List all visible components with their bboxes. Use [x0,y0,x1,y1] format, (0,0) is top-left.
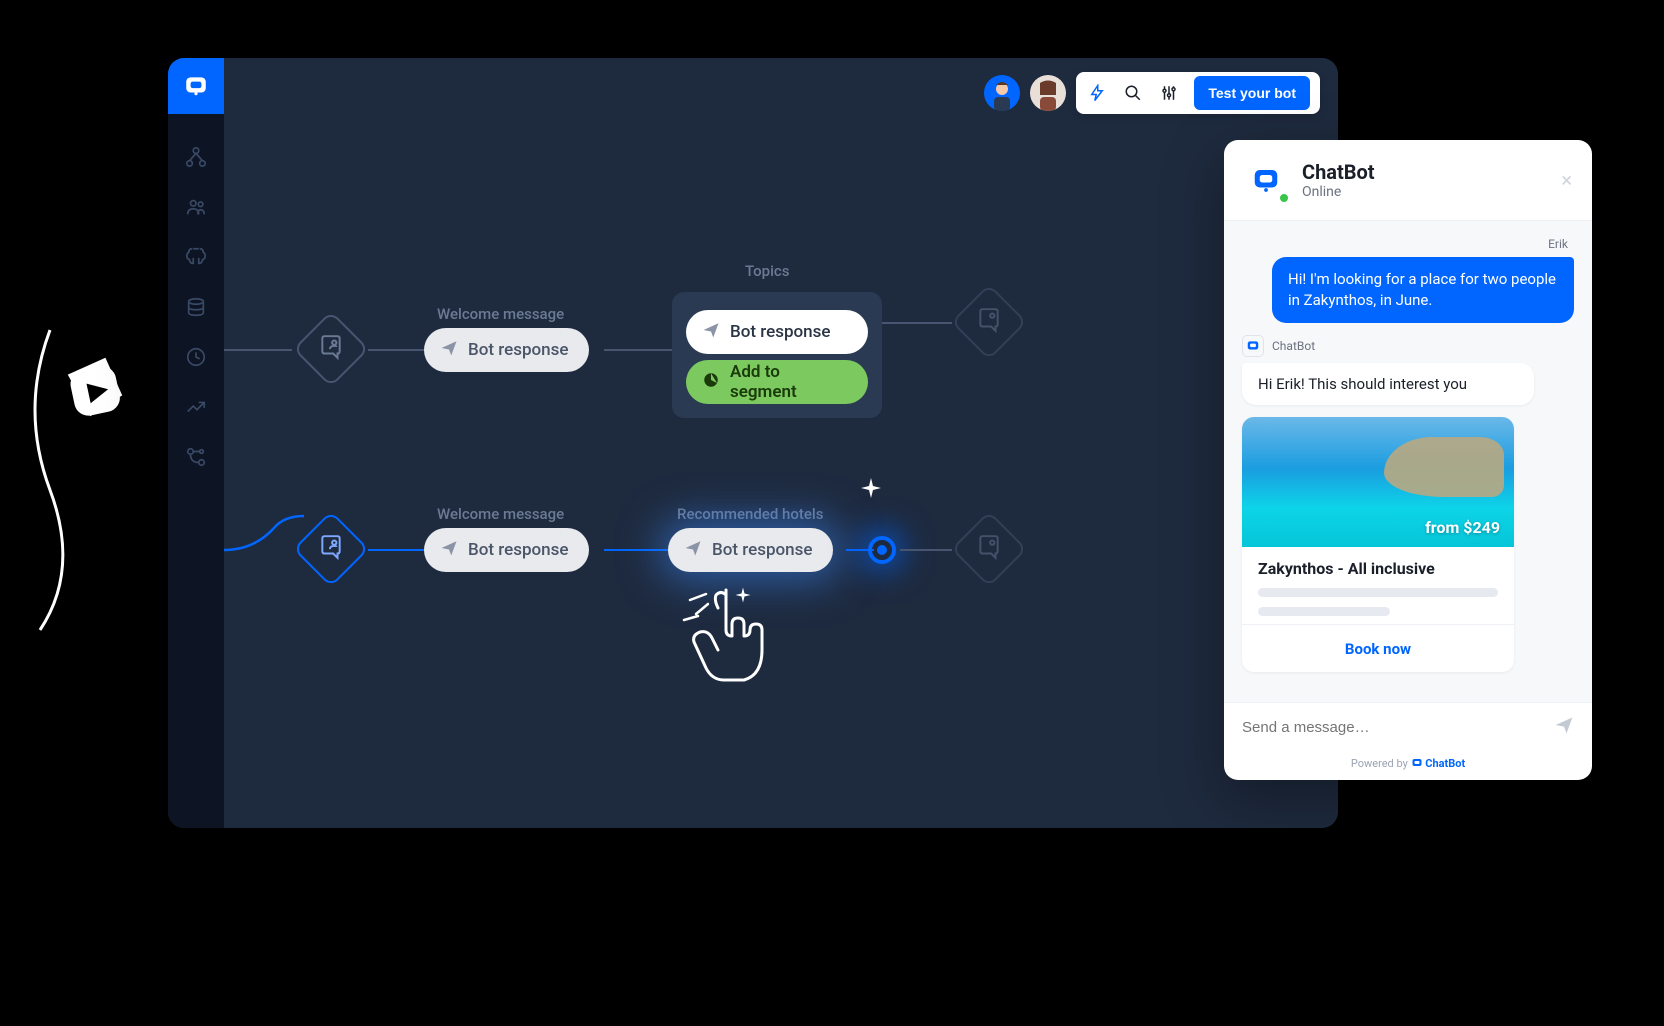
node-label: Bot response [730,322,831,342]
powered-by-label: Powered by ChatBot [1224,751,1592,780]
chat-body: Erik Hi! I'm looking for a place for two… [1224,221,1592,702]
chat-input-row [1224,702,1592,751]
hotel-card[interactable]: from $249 Zakynthos - All inclusive Book… [1242,417,1514,672]
connector [604,549,668,551]
segment-icon [702,371,720,394]
flow-end-node[interactable] [951,511,1027,587]
connector [224,349,292,351]
node-label: Bot response [468,340,569,360]
book-now-button[interactable]: Book now [1345,640,1411,658]
sidebar-nav-ai[interactable] [183,244,209,270]
bot-name-label: ChatBot [1272,339,1315,353]
card-image: from $249 [1242,417,1514,547]
flow-start-node[interactable] [293,311,369,387]
bot-label-row: ChatBot [1242,335,1574,357]
node-label: Bot response [712,540,813,560]
flow-label-welcome: Welcome message [437,305,564,323]
connector [368,349,424,351]
sidebar [168,58,224,828]
bot-message-bubble: Hi Erik! This should interest you [1242,363,1534,405]
chat-bot-avatar [1244,158,1288,202]
chat-preview-panel: ChatBot Online × Erik Hi! I'm looking fo… [1224,140,1592,780]
flow-label-recommended: Recommended hotels [677,505,823,523]
flow-label-welcome-2: Welcome message [437,505,564,523]
send-icon[interactable] [1554,715,1574,739]
sidebar-nav-analytics[interactable] [183,394,209,420]
node-label: Add to segment [730,362,848,402]
card-title: Zakynthos - All inclusive [1258,559,1498,578]
skeleton-line [1258,607,1390,616]
send-icon [440,539,458,562]
sidebar-nav-history[interactable] [183,344,209,370]
app-logo[interactable] [168,58,224,114]
topics-group[interactable]: Bot response Add to segment [672,292,882,418]
skeleton-line [1258,588,1498,597]
user-name-label: Erik [1242,235,1574,257]
connector [882,322,952,324]
chat-header: ChatBot Online × [1224,140,1592,221]
sparkle-icon [859,476,883,504]
sidebar-nav-integrations[interactable] [183,444,209,470]
node-label: Bot response [468,540,569,560]
app-window: Test your bot Welcome message Bot respon… [168,58,1338,828]
flow-start-node-active[interactable] [293,511,369,587]
flow-canvas[interactable]: Welcome message Bot response Topics Bot … [224,58,1338,828]
chat-status: Online [1302,184,1375,200]
flow-label-topics: Topics [745,262,789,280]
send-icon [702,321,720,344]
connector [604,349,672,351]
flow-node-bot-response[interactable]: Bot response [424,328,589,372]
user-message-bubble: Hi! I'm looking for a place for two peop… [1272,257,1574,323]
flow-node-bot-response-highlighted[interactable]: Bot response [668,528,833,572]
status-online-dot [1278,192,1290,204]
connector [368,549,424,551]
send-icon [440,339,458,362]
sidebar-nav-data[interactable] [183,294,209,320]
sidebar-nav-users[interactable] [183,194,209,220]
sidebar-nav-flows[interactable] [183,144,209,170]
bot-mini-avatar [1242,335,1264,357]
chat-message-input[interactable] [1242,719,1554,736]
anchor-node[interactable] [868,536,896,564]
connector-curve [224,498,304,558]
close-icon[interactable]: × [1561,168,1572,192]
send-icon [684,539,702,562]
flow-node-bot-response[interactable]: Bot response [686,310,868,354]
chat-title: ChatBot [1302,160,1375,184]
card-price: from $249 [1425,518,1500,537]
flow-node-add-segment[interactable]: Add to segment [686,360,868,404]
connector [900,549,952,551]
flow-end-node[interactable] [951,284,1027,360]
hand-pointer-icon [676,580,786,704]
flow-node-bot-response[interactable]: Bot response [424,528,589,572]
